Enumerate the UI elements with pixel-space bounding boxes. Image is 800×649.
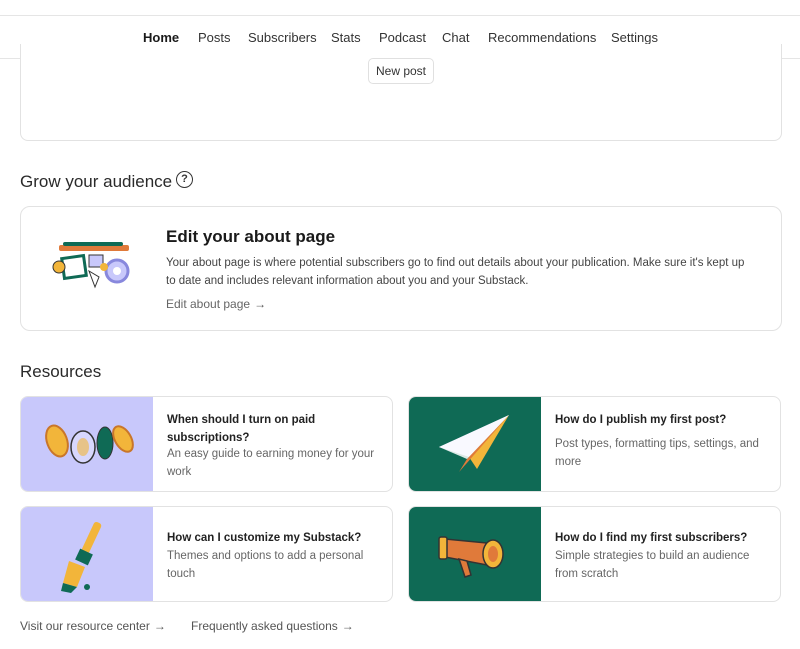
resource-card-description: Themes and options to add a personal tou… — [167, 550, 364, 580]
arrow-right-icon: → — [341, 619, 354, 633]
resource-card-first-subscribers[interactable]: How do I find my first subscribers? Simp… — [408, 506, 781, 602]
about-page-card[interactable]: Edit your about page Your about page is … — [20, 206, 782, 331]
resource-card-publish-first-post[interactable]: How do I publish my first post? Post typ… — [408, 396, 781, 492]
paper-plane-icon — [439, 415, 509, 472]
resource-card-title: How do I publish my first post? — [555, 414, 727, 426]
resource-card-customize[interactable]: How can I customize my Substack? Themes … — [20, 506, 393, 602]
resource-center-link[interactable]: Visit our resource center → — [20, 619, 166, 633]
arrow-right-icon: → — [153, 619, 166, 633]
faq-link[interactable]: Frequently asked questions → — [191, 619, 354, 633]
resource-card-paid-subscriptions[interactable]: When should I turn on paid subscriptions… — [20, 396, 393, 492]
resource-card-description: An easy guide to earning money for your … — [167, 448, 375, 478]
resources-title: Resources — [20, 362, 102, 381]
resource-thumb — [409, 507, 541, 601]
edit-about-page-link[interactable]: Edit about page → — [166, 297, 266, 311]
edit-about-page-label: Edit about page — [166, 297, 251, 311]
about-card-description: Your about page is where potential subsc… — [166, 257, 745, 287]
resource-thumb — [409, 397, 541, 491]
edit-page-illustration-icon — [52, 242, 130, 289]
resource-thumb — [21, 397, 153, 491]
faq-label: Frequently asked questions — [191, 619, 338, 633]
top-strip — [0, 0, 800, 16]
resource-card-title: How do I find my first subscribers? — [555, 532, 748, 544]
resource-card-title: How can I customize my Substack? — [167, 532, 362, 544]
resource-card-title: When should I turn on paid subscriptions… — [167, 414, 316, 444]
question-circle-icon[interactable]: ? — [176, 171, 193, 188]
resource-card-description: Simple strategies to build an audience f… — [555, 550, 750, 580]
resource-card-description: Post types, formatting tips, settings, a… — [555, 438, 759, 468]
new-post-button[interactable]: New post — [368, 58, 434, 84]
megaphone-icon — [438, 536, 504, 578]
resource-center-label: Visit our resource center — [20, 619, 150, 633]
grow-audience-title: Grow your audience — [20, 172, 173, 191]
coins-icon — [45, 424, 134, 464]
paintbrush-icon — [61, 521, 102, 593]
resource-thumb — [21, 507, 153, 601]
arrow-right-icon: → — [254, 297, 267, 311]
about-card-title: Edit your about page — [166, 227, 336, 246]
